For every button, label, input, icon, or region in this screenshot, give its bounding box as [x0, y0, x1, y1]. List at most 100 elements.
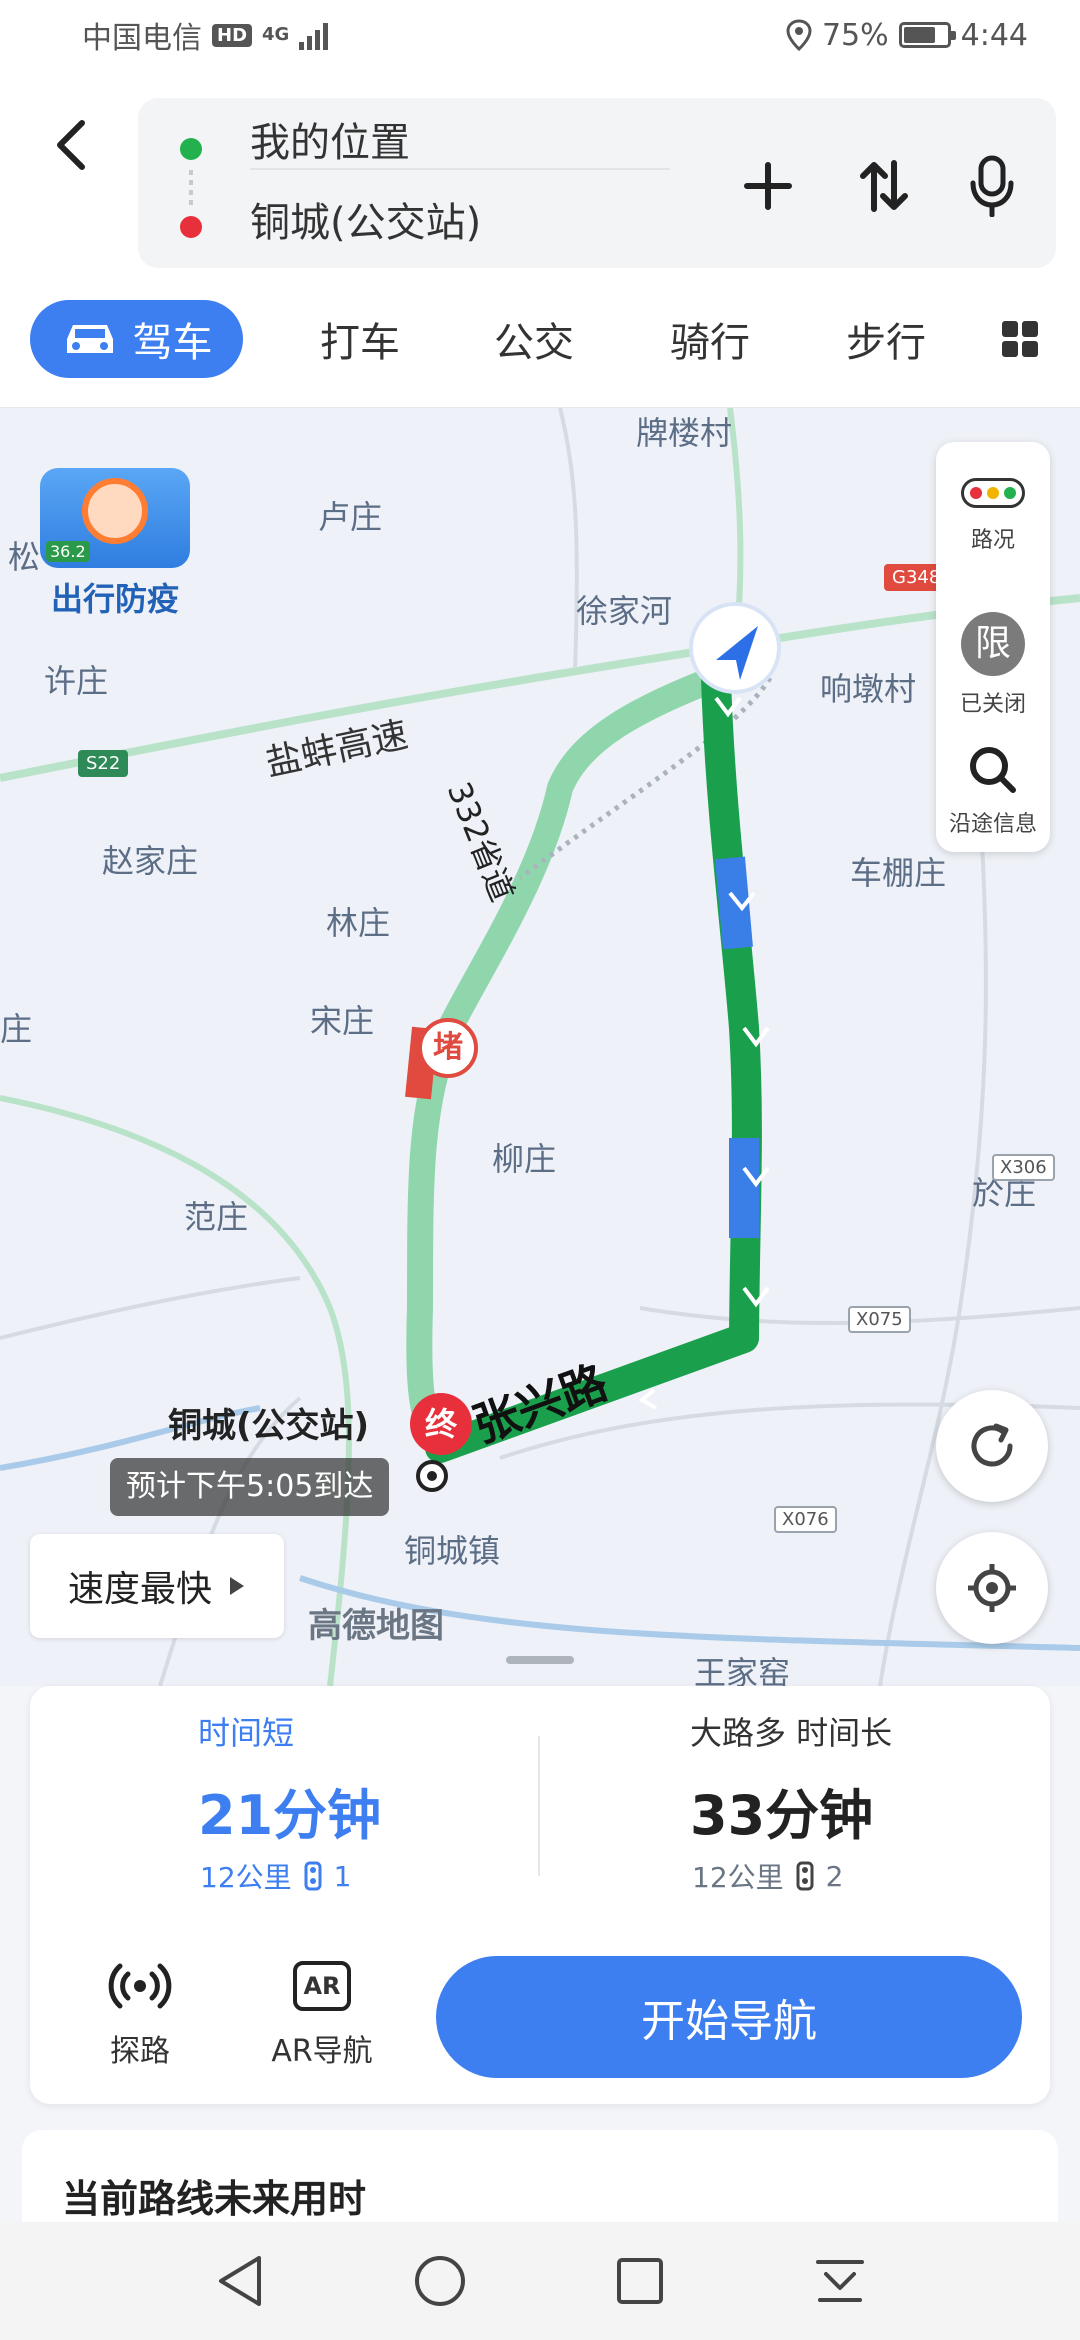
- refresh-route-button[interactable]: [936, 1390, 1048, 1502]
- promo-badge: 36.2: [46, 541, 90, 562]
- back-button[interactable]: [40, 110, 100, 180]
- restriction-icon: 限: [961, 612, 1025, 676]
- road-code-tag: X306: [992, 1154, 1055, 1181]
- system-nav-bar: [0, 2222, 1080, 2340]
- add-waypoint-button[interactable]: [736, 154, 800, 218]
- destination-point-icon: [416, 1460, 448, 1492]
- restriction-toggle[interactable]: 限 已关闭: [936, 612, 1050, 718]
- congestion-marker[interactable]: 堵: [418, 1018, 478, 1078]
- traffic-label: 路况: [970, 528, 1015, 553]
- future-eta-title: 当前路线未来用时: [62, 2177, 367, 2221]
- destination-label: 铜城(公交站): [168, 1406, 370, 1446]
- microphone-icon: [970, 155, 1014, 217]
- epidemic-promo[interactable]: 36.2 出行防疫: [30, 468, 200, 620]
- swap-icon: [860, 160, 908, 212]
- sheet-drag-handle[interactable]: [506, 1656, 574, 1664]
- swap-route-button[interactable]: [852, 154, 916, 218]
- start-location-field[interactable]: 我的位置: [250, 110, 670, 170]
- start-navigation-button[interactable]: 开始导航: [436, 1956, 1022, 2078]
- more-modes-button[interactable]: [990, 300, 1050, 378]
- map-place-label: 响墩村: [820, 670, 917, 708]
- network-label: 4G: [262, 24, 290, 45]
- brand-logo: 高德地图: [308, 1606, 444, 1646]
- status-bar: 中国电信 HD 4G 75% 4:44: [0, 0, 1080, 70]
- map-place-label: 牌楼村: [636, 414, 733, 452]
- nav-home-button[interactable]: [395, 2236, 485, 2326]
- eta-label: 预计下午5:05到达: [110, 1458, 390, 1516]
- start-dot-icon: [180, 138, 202, 160]
- battery-percent: 75%: [821, 17, 889, 53]
- promo-face-icon: [82, 478, 148, 544]
- back-arrow-icon: [57, 120, 85, 170]
- refresh-icon: [971, 1423, 1013, 1467]
- battery-icon: [898, 22, 956, 48]
- traffic-icon: [961, 478, 1025, 508]
- end-location-field[interactable]: 铜城(公交站): [250, 190, 670, 248]
- map-place-label: 赵家庄: [102, 842, 199, 880]
- route-distance: 12公里: [200, 1861, 292, 1894]
- traffic-light-icon: [796, 1861, 814, 1891]
- map-place-label: 柳庄: [492, 1140, 557, 1178]
- ar-navigation-label: AR导航: [271, 2034, 373, 2069]
- ar-navigation-button[interactable]: AR AR导航: [252, 1956, 392, 2070]
- route-input-box: 我的位置 铜城(公交站): [138, 98, 1056, 268]
- route-option-fastest[interactable]: 时间短 21分钟 12公里 1: [30, 1686, 540, 1916]
- town-label: 铜城镇: [404, 1532, 501, 1570]
- home-circle-icon: [415, 2256, 465, 2306]
- promo-label: 出行防疫: [50, 580, 179, 618]
- route-option-tag: 大路多 时间长: [690, 1714, 893, 1752]
- nav-notification-button[interactable]: [795, 2236, 885, 2326]
- recents-square-icon: [617, 2258, 663, 2304]
- route-options-card: 时间短 21分钟 12公里 1 大路多 时间长 33分钟 12公里 2 探路 A…: [30, 1686, 1050, 2104]
- explore-route-button[interactable]: 探路: [70, 1956, 210, 2070]
- route-option-time: 21分钟: [198, 1784, 382, 1847]
- map-place-label: 范庄: [184, 1198, 249, 1236]
- map-place-label: 宋庄: [310, 1002, 375, 1040]
- clock: 4:44: [960, 17, 1028, 53]
- tab-drive-label: 驾车: [132, 320, 213, 366]
- tab-taxi[interactable]: 打车: [300, 300, 420, 378]
- restriction-label: 已关闭: [959, 692, 1026, 717]
- search-icon: [970, 747, 1016, 793]
- status-right: 75% 4:44: [786, 18, 1028, 53]
- route-option-meta: 12公里 2: [692, 1856, 843, 1896]
- road-code-tag: X075: [848, 1306, 911, 1333]
- hd-badge: HD: [212, 23, 253, 47]
- route-option-main-roads[interactable]: 大路多 时间长 33分钟 12公里 2: [540, 1686, 1050, 1916]
- route-dot-line: [189, 170, 193, 206]
- map-place-label: 林庄: [326, 904, 391, 942]
- map-view[interactable]: 36.2 出行防疫 牌楼村 卢庄 徐家河 响墩村 许庄 盐蚌高速 赵家庄 林庄 …: [0, 408, 1080, 1686]
- plus-icon: [744, 162, 792, 210]
- locate-me-button[interactable]: [936, 1532, 1048, 1644]
- carrier-label: 中国电信: [82, 21, 202, 56]
- route-preference-button[interactable]: 速度最快: [30, 1534, 284, 1638]
- map-tools-panel: 路况 限 已关闭 沿途信息: [936, 442, 1050, 852]
- battery-fill: [903, 27, 936, 43]
- end-dot-icon: [180, 216, 202, 238]
- route-option-time: 33分钟: [690, 1784, 874, 1847]
- map-place-label: 许庄: [44, 662, 109, 700]
- tab-walk[interactable]: 步行: [826, 300, 946, 378]
- road-code-tag: X076: [774, 1506, 837, 1533]
- map-place-label: 松: [8, 538, 41, 576]
- road-code-tag: S22: [78, 750, 129, 777]
- tab-transit[interactable]: 公交: [474, 300, 594, 378]
- destination-marker[interactable]: 终: [410, 1393, 472, 1455]
- signal-icon: [299, 23, 329, 50]
- pull-down-icon: [816, 2260, 864, 2302]
- tab-drive[interactable]: 驾车: [30, 300, 243, 378]
- route-preference-label: 速度最快: [67, 1569, 212, 1610]
- nav-recents-button[interactable]: [595, 2236, 685, 2326]
- broadcast-icon: [108, 1963, 172, 2009]
- nav-back-button[interactable]: [195, 2236, 285, 2326]
- map-place-label: 庄: [0, 1010, 33, 1048]
- map-place-label: 徐家河: [576, 592, 673, 630]
- travel-mode-tabs: 驾车 打车 公交 骑行 步行: [0, 270, 1080, 408]
- along-route-search[interactable]: 沿途信息: [936, 742, 1050, 838]
- traffic-toggle[interactable]: 路况: [936, 478, 1050, 554]
- traffic-light-count: 2: [825, 1859, 844, 1893]
- voice-input-button[interactable]: [960, 154, 1024, 218]
- tab-bike[interactable]: 骑行: [650, 300, 770, 378]
- status-left: 中国电信 HD 4G: [82, 13, 333, 57]
- map-place-label: 卢庄: [318, 498, 383, 536]
